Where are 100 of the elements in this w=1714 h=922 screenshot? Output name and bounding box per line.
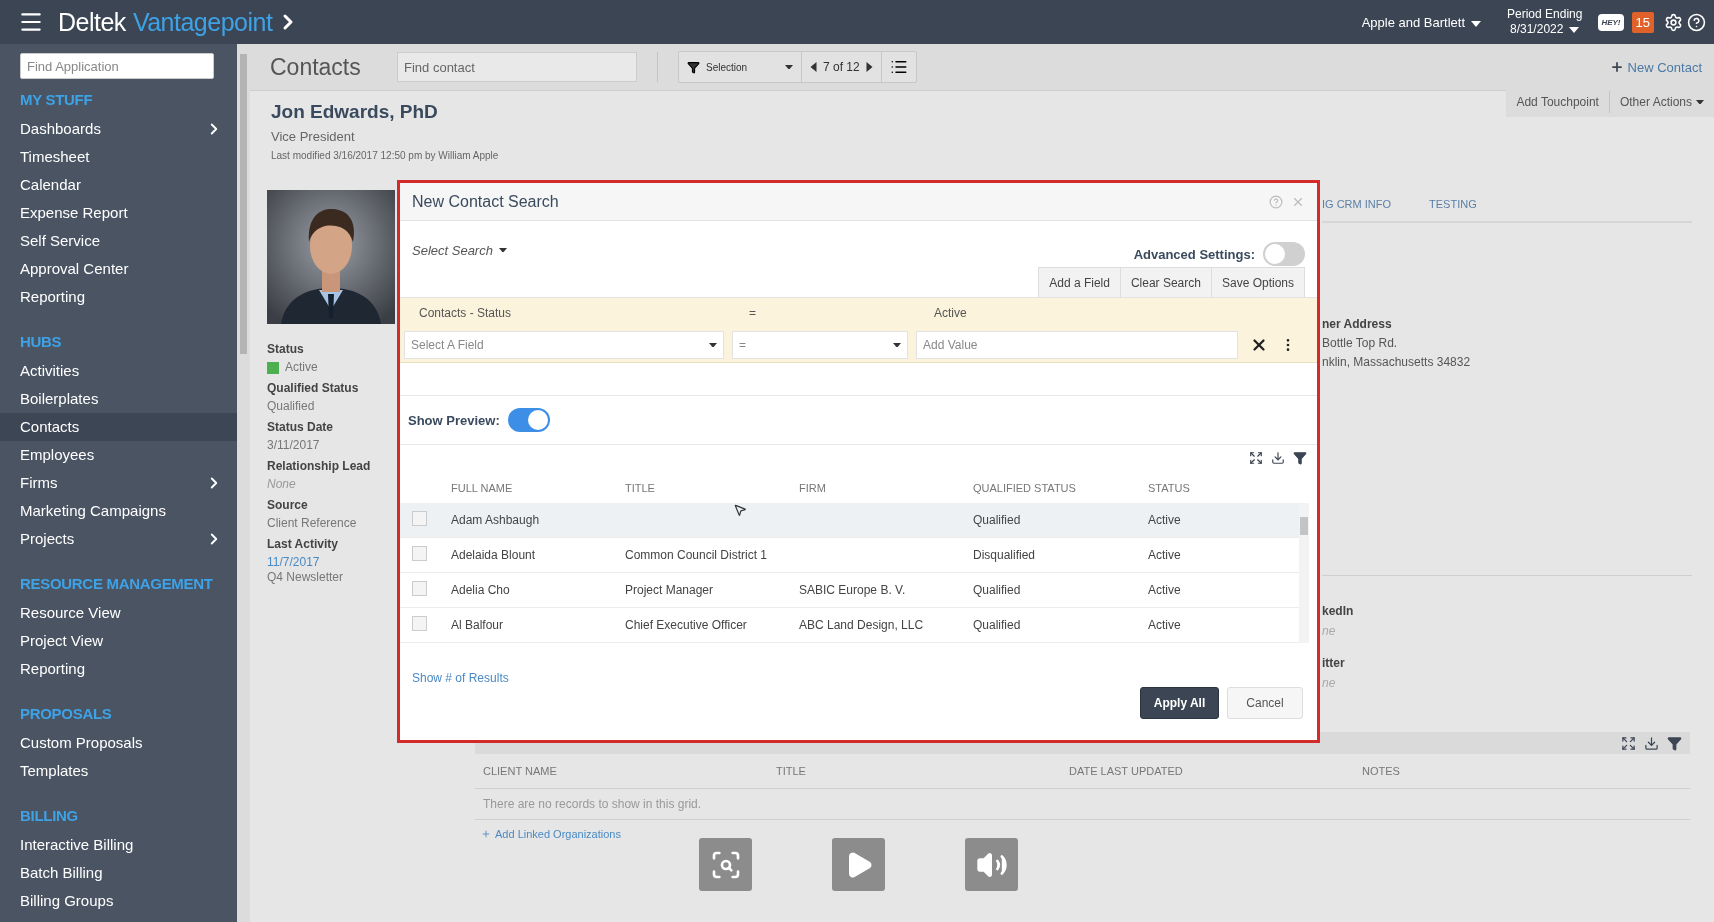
action-button[interactable]: Other Actions [1608, 91, 1714, 113]
table-cell-text: ABC Land Design, LLC [799, 618, 925, 632]
settings-icon[interactable] [1664, 12, 1683, 32]
action-button[interactable]: Add Touchpoint [1506, 91, 1609, 113]
sidebar-item[interactable]: Templates [0, 757, 237, 785]
preview-toggle[interactable] [507, 408, 550, 432]
sidebar-item[interactable]: Billing Groups [0, 887, 237, 915]
sidebar-item[interactable]: Reporting [0, 283, 237, 311]
caret-down-icon [785, 64, 793, 70]
filter-icon[interactable] [1293, 451, 1307, 465]
sidebar-item[interactable]: Custom Proposals [0, 729, 237, 757]
play-icon[interactable] [832, 838, 885, 891]
field-label: Last Activity [267, 536, 339, 553]
row-checkbox[interactable] [412, 615, 427, 631]
table-cell-text: SABIC Europe B. V. [799, 583, 907, 597]
table-cell-text: Active [1148, 548, 1182, 562]
field-label: Relationship Lead [267, 458, 372, 475]
filter-selector[interactable]: Selection [706, 61, 748, 73]
chat-bubble[interactable]: HEY! [1598, 13, 1624, 31]
filter-icon[interactable] [1667, 735, 1682, 751]
sidebar-item[interactable]: Project View [0, 627, 237, 655]
new-contact-link[interactable]: New Contact [1609, 59, 1702, 75]
row-checkbox[interactable] [412, 510, 427, 526]
previous-icon[interactable] [810, 62, 817, 72]
tab[interactable]: IG CRM INFO [1322, 198, 1392, 210]
result-row[interactable]: Adam Ashbaugh Qualified Active [400, 503, 1299, 538]
brand-name: Deltek [58, 7, 126, 37]
sidebar-item[interactable]: Expense Report [0, 199, 237, 227]
scrollbar[interactable] [1299, 503, 1309, 643]
sidebar-item[interactable]: Employees [0, 441, 237, 469]
dialog-button[interactable]: Clear Search [1119, 268, 1211, 297]
dialog-button[interactable]: Save Options [1210, 268, 1304, 297]
field-label: ner Address [1322, 317, 1393, 331]
row-checkbox[interactable] [412, 545, 427, 561]
next-icon[interactable] [865, 62, 873, 72]
apply-button[interactable]: Apply All [1140, 687, 1219, 719]
expand-icon[interactable] [1621, 735, 1636, 751]
sidebar-item[interactable]: Contacts [0, 413, 237, 441]
filter-icon[interactable] [687, 60, 700, 74]
caret-down-icon [1696, 99, 1704, 105]
company-selector[interactable]: Apple and Bartlett [1361, 14, 1465, 30]
period-date[interactable]: 8/31/2022 [1510, 22, 1564, 37]
dialog-button[interactable]: Add a Field [1039, 268, 1120, 297]
address-line: Bottle Top Rd. [1322, 336, 1399, 350]
operator-select[interactable]: = [732, 331, 908, 359]
table-cell-text: Qualified [973, 583, 1022, 597]
sidebar-item[interactable]: Calendar [0, 171, 237, 199]
sidebar-item[interactable]: Boilerplates [0, 385, 237, 413]
address-line: nklin, Massachusetts 34832 [1322, 355, 1472, 369]
table-cell-text: Al Balfour [451, 618, 505, 632]
sidebar-item[interactable]: Firms [0, 469, 237, 497]
sidebar-item[interactable]: Activities [0, 357, 237, 385]
field-value: Qualified [267, 398, 316, 415]
modified-note: Last modified 3/16/2017 12:50 pm by William Apple [271, 150, 499, 161]
table-cell-text: Adam Ashbaugh [451, 513, 541, 527]
sidebar-item[interactable]: Approval Center [0, 255, 237, 283]
dialog-title: New Contact Search [412, 192, 560, 211]
column-header: FIRM [799, 482, 827, 494]
advanced-toggle[interactable] [1263, 242, 1305, 266]
criterion-value: Active [934, 306, 968, 320]
table-cell-text: Chief Executive Officer [625, 618, 748, 632]
screen-icon[interactable] [699, 838, 752, 891]
sidebar-item[interactable]: Interactive Billing [0, 831, 237, 859]
volume-icon[interactable] [965, 838, 1018, 891]
sidebar-item[interactable]: Resource View [0, 599, 237, 627]
field-select[interactable]: Select A Field [404, 331, 724, 359]
download-icon[interactable] [1271, 451, 1285, 465]
search-field[interactable]: Find contact [397, 52, 637, 82]
section-heading: RESOURCE MANAGEMENT [20, 574, 214, 594]
table-cell-text: Common Council District 1 [625, 548, 769, 562]
download-icon[interactable] [1644, 735, 1659, 751]
table-cell-text: Project Manager [625, 583, 715, 597]
cursor-icon [733, 503, 747, 517]
list-icon[interactable] [889, 58, 908, 76]
sidebar-item[interactable]: Self Service [0, 227, 237, 255]
row-checkbox[interactable] [412, 580, 427, 596]
saved-search-selector[interactable]: Select Search [412, 233, 507, 267]
cancel-button[interactable]: Cancel [1227, 687, 1303, 719]
sidebar-item[interactable]: Dashboards [0, 115, 237, 143]
close-icon[interactable] [1250, 336, 1268, 354]
column-header: STATUS [1148, 482, 1191, 494]
notification-badge[interactable]: 15 [1631, 11, 1654, 33]
table-cell-text: Adelaida Blount [451, 548, 537, 562]
product-name: Vantagepoint [132, 7, 273, 37]
section-heading: HUBS [20, 332, 63, 352]
sidebar-item[interactable]: Batch Billing [0, 859, 237, 887]
sidebar-item[interactable]: Reporting [0, 655, 237, 683]
field-label: Status [267, 341, 305, 358]
scrollbar[interactable] [237, 44, 250, 922]
expand-icon[interactable] [1249, 451, 1263, 465]
sidebar-item[interactable]: Marketing Campaigns [0, 497, 237, 525]
search-field[interactable]: Find Application [20, 53, 214, 79]
tab[interactable]: TESTING [1429, 198, 1477, 210]
value-field[interactable]: Add Value [916, 331, 1238, 359]
column-header: TITLE [776, 765, 807, 777]
sidebar-item[interactable]: Projects [0, 525, 237, 553]
results-link[interactable]: Show # of Results [412, 671, 509, 719]
field-label: Qualified Status [267, 380, 360, 397]
caret-down-icon [498, 247, 507, 253]
sidebar-item[interactable]: Timesheet [0, 143, 237, 171]
